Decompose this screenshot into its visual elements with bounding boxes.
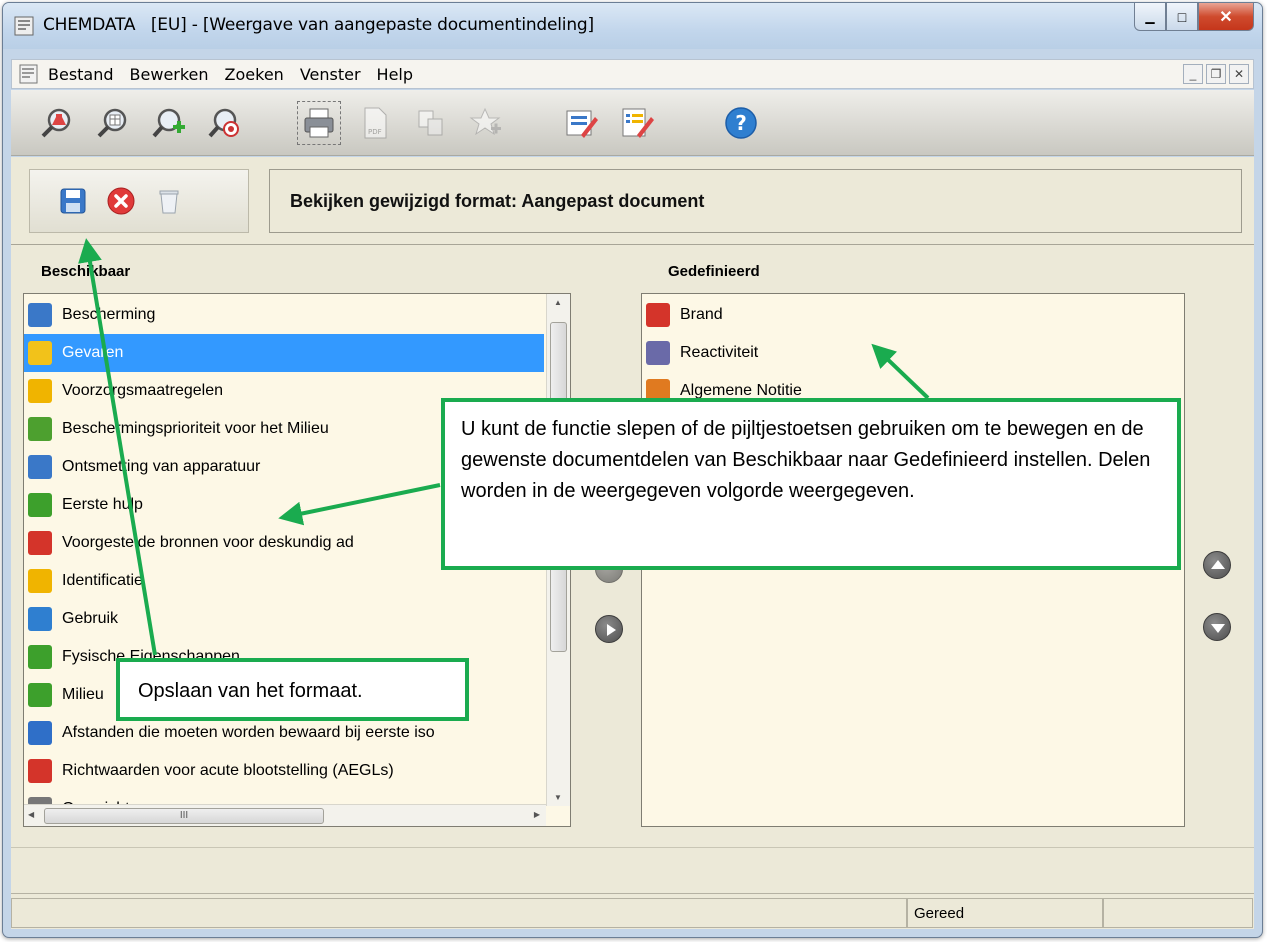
category-icon	[28, 759, 52, 783]
category-icon	[28, 645, 52, 669]
category-icon	[646, 303, 670, 327]
close-button[interactable]: ✕	[1198, 3, 1254, 31]
list-item-label: Ontsmetting van apparatuur	[62, 458, 261, 475]
action-buttons	[29, 169, 249, 233]
list-item-label: Milieu	[62, 686, 104, 703]
menu-bar: Bestand Bewerken Zoeken Venster Help _ ❐…	[11, 59, 1254, 89]
category-icon	[28, 379, 52, 403]
category-icon	[28, 721, 52, 745]
category-icon	[28, 531, 52, 555]
status-ready: Gereed	[907, 898, 1103, 928]
maximize-icon: □	[1177, 8, 1187, 25]
list-item-label: Afstanden die moeten worden bewaard bij …	[62, 724, 435, 741]
pdf-icon[interactable]: PDF	[353, 101, 397, 145]
print-icon[interactable]	[297, 100, 341, 145]
arrow-right-icon	[607, 624, 616, 636]
list-item-label: Gevaren	[62, 344, 124, 361]
list-item-label: Bescherming	[62, 306, 156, 323]
list-item-label: Voorzorgsmaatregelen	[62, 382, 223, 399]
document-icon[interactable]	[18, 63, 40, 85]
cancel-icon[interactable]	[106, 186, 136, 216]
help-icon[interactable]: ?	[719, 101, 763, 145]
category-icon	[28, 683, 52, 707]
menu-bestand[interactable]: Bestand	[48, 65, 114, 84]
title-bar[interactable]: CHEMDATA [EU] - [Weergave van aangepaste…	[3, 3, 1262, 49]
category-icon	[28, 417, 52, 441]
help-glyph: ?	[735, 110, 747, 135]
application-window: CHEMDATA [EU] - [Weergave van aangepaste…	[2, 2, 1263, 938]
list-item[interactable]: Richtwaarden voor acute blootstelling (A…	[24, 752, 544, 790]
search-flask-icon[interactable]	[35, 101, 79, 145]
window-title: CHEMDATA [EU] - [Weergave van aangepaste…	[43, 15, 594, 35]
save-icon[interactable]	[58, 186, 88, 216]
search-add-icon[interactable]	[147, 101, 191, 145]
search-target-icon[interactable]	[203, 101, 247, 145]
svg-text:PDF: PDF	[368, 128, 382, 136]
list-item[interactable]: Bescherming	[24, 296, 544, 334]
maximize-button[interactable]: □	[1166, 3, 1198, 31]
list-item-label: Eerste hulp	[62, 496, 143, 513]
status-area	[11, 847, 1254, 891]
available-title: Beschikbaar	[41, 263, 131, 280]
menu-help[interactable]: Help	[377, 65, 413, 84]
edit-list-icon[interactable]	[615, 101, 659, 145]
chemdata-app-icon	[14, 16, 34, 36]
move-down-button[interactable]	[1203, 613, 1231, 641]
delete-icon[interactable]	[154, 186, 184, 216]
list-item[interactable]: Gebruik	[24, 600, 544, 638]
category-icon	[28, 455, 52, 479]
status-cell-main	[11, 898, 907, 928]
drag-hint-callout: U kunt de functie slepen of de pijltjest…	[441, 398, 1181, 570]
scroll-right-icon[interactable]: ▶	[534, 810, 540, 819]
horizontal-scrollbar[interactable]: ◀ III ▶	[24, 804, 546, 826]
defined-title: Gedefinieerd	[668, 263, 760, 280]
scroll-left-icon[interactable]: ◀	[28, 810, 34, 819]
list-item-label: Gebruik	[62, 610, 119, 627]
search-table-icon[interactable]	[91, 101, 135, 145]
horizontal-scroll-thumb[interactable]: III	[44, 808, 324, 824]
scroll-up-icon[interactable]: ▲	[554, 298, 562, 307]
save-hint-callout: Opslaan van het formaat.	[116, 658, 469, 721]
compare-icon[interactable]	[465, 101, 509, 145]
list-item[interactable]: Reactiviteit	[642, 334, 758, 372]
arrow-down-icon	[1211, 624, 1225, 633]
page-header: Bekijken gewijzigd format: Aangepast doc…	[269, 169, 1242, 233]
edit-lock-icon[interactable]	[559, 101, 603, 145]
divider	[11, 244, 1254, 245]
list-item-label: Voorgestelde bronnen voor deskundig ad	[62, 534, 354, 551]
menu-zoeken[interactable]: Zoeken	[225, 65, 284, 84]
status-cell-extra	[1103, 898, 1253, 928]
category-icon	[28, 607, 52, 631]
menu-venster[interactable]: Venster	[300, 65, 361, 84]
list-item-label: Richtwaarden voor acute blootstelling (A…	[62, 762, 394, 779]
category-icon	[28, 493, 52, 517]
mdi-minimize-button[interactable]: _	[1183, 64, 1203, 84]
category-icon	[28, 341, 52, 365]
save-hint-text: Opslaan van het formaat.	[138, 680, 363, 702]
mdi-restore-button[interactable]: ❐	[1206, 64, 1226, 84]
drag-hint-text: U kunt de functie slepen of de pijltjest…	[461, 418, 1151, 502]
toolbar: PDF ?	[11, 90, 1254, 156]
category-icon	[28, 569, 52, 593]
category-icon	[28, 303, 52, 327]
mdi-close-button[interactable]: ✕	[1229, 64, 1249, 84]
move-right-button[interactable]	[595, 615, 623, 643]
minimize-icon: ▁	[1145, 9, 1155, 24]
list-item[interactable]: Gevaren	[24, 334, 544, 372]
menu-bewerken[interactable]: Bewerken	[130, 65, 209, 84]
list-item-label: Brand	[680, 306, 723, 323]
arrow-up-icon	[1211, 560, 1225, 569]
minimize-button[interactable]: ▁	[1134, 3, 1166, 31]
list-item-label: Reactiviteit	[680, 344, 759, 361]
list-item[interactable]: Brand	[642, 296, 723, 334]
status-bar: Gereed	[11, 893, 1254, 933]
list-item-label: Beschermingsprioriteit voor het Milieu	[62, 420, 329, 437]
category-icon	[646, 341, 670, 365]
list-item-label: Identificatie	[62, 572, 143, 589]
copy-icon[interactable]	[409, 101, 453, 145]
reorder-buttons	[1187, 293, 1247, 827]
close-icon: ✕	[1219, 8, 1233, 26]
move-up-button[interactable]	[1203, 551, 1231, 579]
scroll-down-icon[interactable]: ▼	[554, 793, 562, 802]
